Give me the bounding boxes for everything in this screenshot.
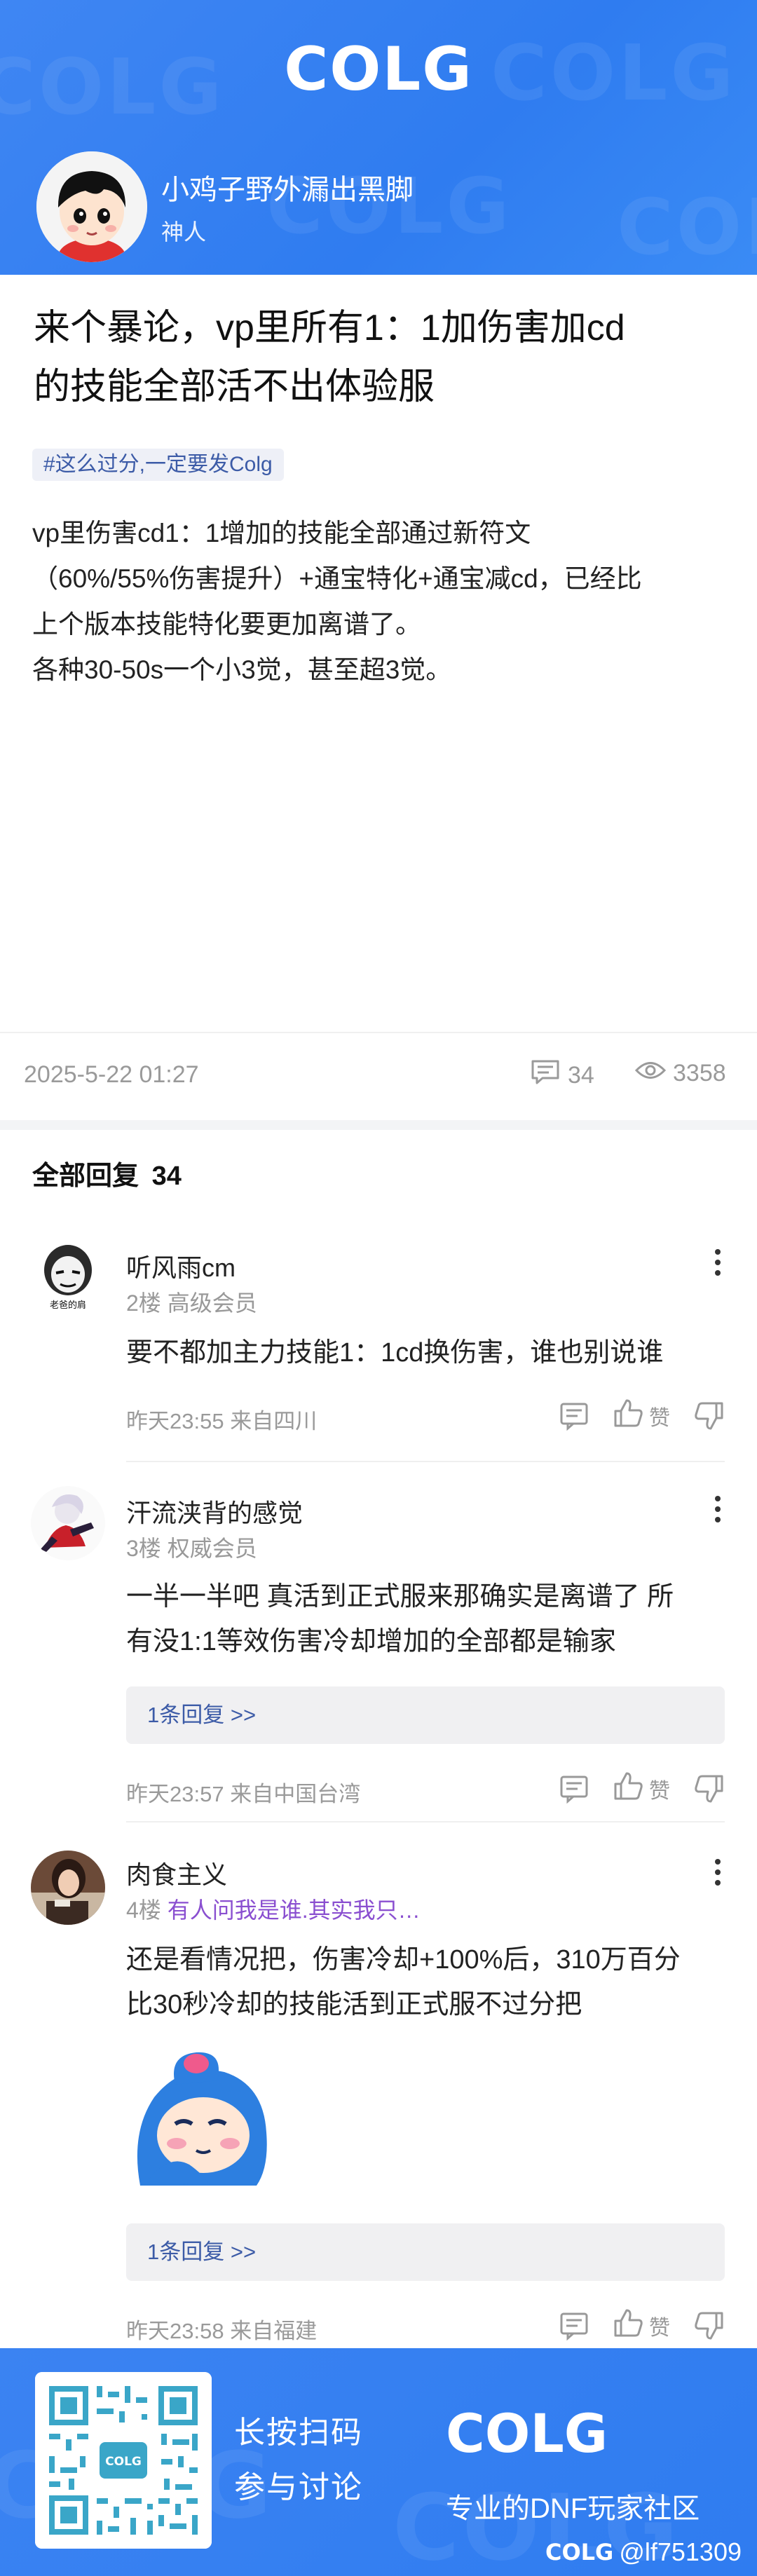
post-body-line: 上个版本技能特化要更加离谱了。 (32, 610, 421, 639)
replies-header: 全部回复 34 (32, 1154, 182, 1192)
comment-count[interactable]: 34 (530, 1058, 594, 1093)
like-button[interactable]: 赞 (613, 1398, 670, 1434)
header-watermark: COLG (617, 182, 757, 272)
member-rank: 有人问我是谁.其实我只… (167, 1897, 421, 1923)
reply-avatar[interactable] (31, 1486, 105, 1560)
share-footer: COLG COLG C (0, 2348, 757, 2576)
thumb-up-icon (613, 1771, 645, 1807)
reply-meta: 4楼 有人问我是谁.其实我只… (126, 1893, 421, 1925)
member-rank: 高级会员 (167, 1290, 257, 1316)
reply-icon[interactable] (558, 1401, 590, 1431)
like-button[interactable]: 赞 (613, 1771, 670, 1807)
footer-slogan: 专业的DNF玩家社区 (446, 2493, 700, 2524)
footer-join-text: 参与讨论 (234, 2470, 363, 2505)
author-title: 神人 (161, 219, 207, 245)
thumb-down-icon[interactable] (693, 2310, 725, 2341)
reply-icon[interactable] (558, 2310, 590, 2341)
reply-avatar[interactable] (31, 1851, 105, 1925)
reply-footer: 昨天23:55 来自四川 (126, 1403, 317, 1435)
footer-credit: COLG @lf751309 (545, 2537, 742, 2567)
like-button[interactable]: 赞 (613, 2308, 670, 2344)
footer-scan-text: 长按扫码 (234, 2415, 363, 2450)
post-title: 来个暴论，vp里所有1：1加伤害加cd 的技能全部活不出体验服 (34, 299, 728, 416)
reply-text: 一半一半吧 真活到正式服来那确实是离谱了 所 有没1:1等效伤害冷却增加的全部都… (126, 1574, 729, 1664)
post-title-line: 来个暴论，vp里所有1：1加伤害加cd (34, 308, 625, 348)
member-rank: 权威会员 (167, 1536, 257, 1561)
reply-avatar[interactable]: 老爸的肩 (31, 1239, 105, 1314)
svg-text:老爸的肩: 老爸的肩 (50, 1300, 86, 1311)
post-header: COLG COLG COLG COLG COLG 小鸡子野外漏出黑脚 神人 (0, 0, 757, 275)
view-count-value: 3358 (673, 1060, 726, 1086)
sub-reply-link[interactable]: 1条回复 >> (126, 2223, 725, 2281)
reply-footer: 昨天23:58 来自福建 (126, 2313, 317, 2345)
view-count: 3358 (634, 1058, 726, 1089)
eye-icon (634, 1058, 667, 1089)
thumb-up-icon (613, 1398, 645, 1434)
reply-text-line: 比30秒冷却的技能活到正式服不过分把 (126, 1990, 582, 2019)
like-label: 赞 (649, 1407, 670, 1430)
reply-meta: 2楼 高级会员 (126, 1286, 257, 1318)
replies-count: 34 (151, 1161, 182, 1191)
divider (126, 1821, 725, 1822)
reply-footer: 昨天23:57 来自中国台湾 (126, 1776, 360, 1808)
qr-code[interactable]: COLG (35, 2372, 212, 2549)
thumb-down-icon[interactable] (693, 1401, 725, 1431)
more-icon[interactable] (711, 1496, 725, 1522)
reply-location: 来自四川 (230, 1409, 318, 1433)
author-name[interactable]: 小鸡子野外漏出黑脚 (161, 167, 414, 207)
reply-time: 昨天23:58 (126, 2319, 224, 2343)
svg-text:COLG: COLG (284, 34, 473, 104)
credit-user: @lf751309 (619, 2537, 742, 2566)
like-label: 赞 (649, 2317, 670, 2340)
reply-author[interactable]: 汗流浃背的感觉 (126, 1493, 303, 1529)
thumb-down-icon[interactable] (693, 1773, 725, 1804)
floor-label: 4楼 (126, 1897, 161, 1923)
more-icon[interactable] (711, 1249, 725, 1276)
divider (126, 1461, 725, 1462)
reply-meta: 3楼 权威会员 (126, 1531, 257, 1563)
svg-text:COLG: COLG (105, 2455, 142, 2469)
reply-author[interactable]: 肉食主义 (126, 1855, 227, 1891)
reply-location: 来自中国台湾 (230, 1782, 361, 1806)
topic-tag[interactable]: #这么过分,一定要发Colg (32, 449, 284, 481)
comment-icon (530, 1058, 561, 1093)
reply-text-line: 要不都加主力技能1：1cd换伤害，谁也别说谁 (126, 1338, 664, 1368)
post-body-line: （60%/55%伤害提升）+通宝特化+通宝减cd，已经比 (32, 564, 642, 593)
replies-label: 全部回复 (32, 1161, 139, 1191)
post-body-line: 各种30-50s一个小3觉，甚至超3觉。 (32, 655, 452, 684)
section-gap (0, 1120, 757, 1130)
divider (0, 1032, 757, 1033)
reply-actions: 赞 (558, 2308, 725, 2344)
post-body: vp里伤害cd1：1增加的技能全部通过新符文 （60%/55%伤害提升）+通宝特… (32, 510, 733, 693)
comment-count-value: 34 (568, 1062, 594, 1089)
reply-text-line: 还是看情况把，伤害冷却+100%后，310万百分 (126, 1945, 681, 1975)
reply-actions: 赞 (558, 1771, 725, 1807)
reply-author[interactable]: 听风雨cm (126, 1248, 236, 1284)
more-icon[interactable] (711, 1859, 725, 1886)
credit-brand: COLG (545, 2539, 614, 2565)
reply-location: 来自福建 (230, 2319, 318, 2343)
reply-text-line: 一半一半吧 真活到正式服来那确实是离谱了 所 (126, 1582, 674, 1611)
reply-icon[interactable] (558, 1773, 590, 1804)
reply-text-line: 有没1:1等效伤害冷却增加的全部都是输家 (126, 1627, 616, 1656)
reply-actions: 赞 (558, 1398, 725, 1434)
reply-text: 还是看情况把，伤害冷却+100%后，310万百分 比30秒冷却的技能活到正式服不… (126, 1937, 729, 2027)
like-label: 赞 (649, 1780, 670, 1803)
reply-time: 昨天23:57 (126, 1782, 224, 1806)
reply-text: 要不都加主力技能1：1cd换伤害，谁也别说谁 (126, 1330, 729, 1375)
svg-text:COLG: COLG (446, 2404, 608, 2460)
reply-time: 昨天23:55 (126, 1409, 224, 1433)
post-title-line: 的技能全部活不出体验服 (34, 367, 435, 407)
colg-logo: COLG (446, 2402, 614, 2465)
floor-label: 2楼 (126, 1290, 161, 1316)
floor-label: 3楼 (126, 1536, 161, 1561)
author-avatar[interactable] (36, 151, 147, 262)
colg-logo: COLG (0, 34, 757, 107)
thumb-up-icon (613, 2308, 645, 2344)
post-time: 2025-5-22 01:27 (24, 1061, 199, 1088)
sub-reply-link[interactable]: 1条回复 >> (126, 1686, 725, 1744)
sticker-image[interactable] (126, 2048, 275, 2188)
post-body-line: vp里伤害cd1：1增加的技能全部通过新符文 (32, 519, 531, 547)
